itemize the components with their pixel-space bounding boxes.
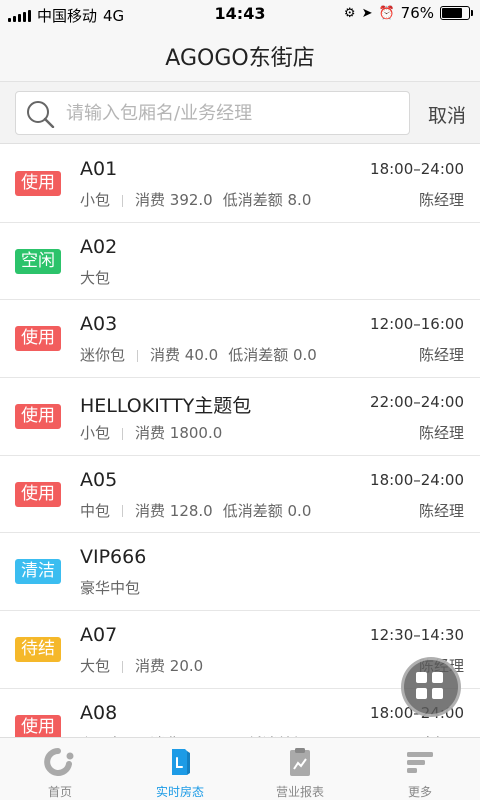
room-detail: 中包 消费 128.0 低消差额 0.0 [80, 500, 311, 521]
status-badge: 待结 [15, 637, 61, 663]
room-spend: 消费 40.0 [150, 346, 219, 365]
status-badge: 使用 [15, 481, 61, 507]
room-name: A01 [80, 158, 118, 180]
cancel-button[interactable]: 取消 [428, 101, 466, 128]
tab-more[interactable]: 更多 [360, 738, 480, 800]
alarm-icon: ⏰ [378, 5, 395, 21]
battery-fill [442, 8, 462, 18]
room-row[interactable]: 使用 A03 迷你包 消费 40.0 低消差额 0.0 12:00–16:00 陈经理 [0, 300, 480, 379]
status-badge: 使用 [15, 714, 61, 737]
room-detail: 小包 消费 392.0 低消差额 8.0 [80, 189, 311, 210]
header: AGOGO东街店 [0, 28, 480, 82]
room-type: 小包 [80, 424, 111, 443]
room-detail: 大包 [80, 267, 110, 288]
status-badge: 清洁 [15, 559, 61, 585]
room-spend: 消费 392.0 [135, 191, 213, 209]
room-time: 18:00–24:00 [370, 470, 464, 489]
room-spend: 消费 128.0 [135, 501, 213, 520]
search-row: 取消 [0, 82, 480, 144]
room-spend: 消费 1800.0 [135, 424, 223, 443]
room-type: 中包 [80, 501, 111, 520]
room-time: 12:00–16:00 [370, 315, 464, 334]
divider [122, 427, 124, 440]
tab-bar: 首页 实时房态 营业报表 更多 [0, 737, 480, 800]
room-name: A08 [80, 701, 118, 724]
page-title: AGOGO东街店 [165, 46, 315, 71]
room-name: A02 [80, 235, 118, 258]
room-type: 小包 [80, 191, 111, 209]
location-arrow-icon: ➤ [361, 5, 373, 21]
room-type: 豪华中包 [80, 579, 141, 598]
grid-menu-button[interactable] [401, 657, 461, 717]
room-row[interactable]: 清洁 VIP666 豪华中包 [0, 533, 480, 612]
room-name: A05 [80, 468, 118, 491]
room-type: 大包 [80, 268, 111, 287]
search-box[interactable] [15, 91, 410, 135]
room-detail: 迷你包 消费 40.0 低消差额 0.0 [80, 344, 317, 365]
tab-more-label: 更多 [407, 785, 432, 799]
room-row[interactable]: 使用 A05 中包 消费 128.0 低消差额 0.0 18:00–24:00 陈经理 [0, 455, 480, 534]
tab-realtime[interactable]: 实时房态 [120, 738, 240, 800]
status-bar: 中国移动 4G 14:43 ⚙ ➤ ⏰ 76% [0, 0, 480, 28]
room-detail: 大包 消费 20.0 [80, 655, 203, 676]
tab-realtime-label: 实时房态 [155, 785, 204, 799]
more-lines-icon [407, 752, 433, 773]
status-badge: 使用 [15, 404, 61, 430]
room-list: 使用 A01 小包 消费 392.0 低消差额 8.0 18:00–24:00 陈经理 空闲 A… [0, 145, 480, 737]
room-manager: 陈经理 [418, 346, 464, 365]
tab-report[interactable]: 营业报表 [240, 738, 360, 800]
room-spend: 消费 20.0 [135, 657, 204, 676]
room-detail: 小包 消费 1800.0 [80, 422, 222, 443]
room-time: 18:00–24:00 [370, 160, 464, 178]
room-detail: 豪华中包 [80, 577, 140, 598]
room-row[interactable]: 使用 HELLOKITTY主题包小包 消费 1800.0 22:00–24:00 陈经理 [0, 378, 480, 456]
room-name: A03 [80, 313, 118, 336]
room-name: HELLOKITTY主题包 [80, 395, 252, 418]
room-name: VIP666 [80, 546, 147, 569]
status-badge: 空闲 [15, 248, 61, 274]
room-manager: 陈经理 [418, 424, 464, 443]
battery-icon [440, 6, 473, 20]
status-right: ⚙ ➤ ⏰ 76% [343, 4, 473, 22]
tab-home[interactable]: 首页 [0, 738, 120, 800]
divider [137, 349, 139, 362]
room-manager: 陈经理 [418, 191, 464, 209]
realtime-room-icon [172, 749, 190, 775]
search-icon [27, 101, 55, 128]
room-manager: 陈经理 [418, 501, 464, 520]
room-type: 大包 [80, 657, 111, 676]
room-min-diff: 低消差额 0.0 [222, 501, 312, 520]
divider [122, 660, 124, 673]
room-min-diff: 低消差额 0.0 [228, 346, 317, 365]
room-name: A07 [80, 624, 118, 647]
status-badge: 使用 [15, 326, 61, 352]
search-input[interactable] [66, 92, 396, 134]
divider [122, 505, 124, 518]
tab-report-label: 营业报表 [275, 785, 324, 799]
report-clipboard-icon [290, 748, 310, 776]
home-logo-icon [44, 748, 74, 776]
tab-home-label: 首页 [47, 785, 72, 799]
status-badge: 使用 [15, 171, 61, 196]
room-row[interactable]: 使用 A01 小包 消费 392.0 低消差额 8.0 18:00–24:00 陈经理 [0, 145, 480, 223]
rotation-lock-icon: ⚙ [343, 5, 356, 21]
room-min-diff: 低消差额 8.0 [222, 191, 312, 209]
battery-percent: 76% [400, 4, 434, 22]
room-time: 12:30–14:30 [370, 626, 464, 645]
room-type: 迷你包 [80, 346, 126, 365]
room-row[interactable]: 空闲 A02 大包 [0, 222, 480, 301]
divider [122, 194, 124, 207]
room-time: 22:00–24:00 [370, 393, 464, 412]
